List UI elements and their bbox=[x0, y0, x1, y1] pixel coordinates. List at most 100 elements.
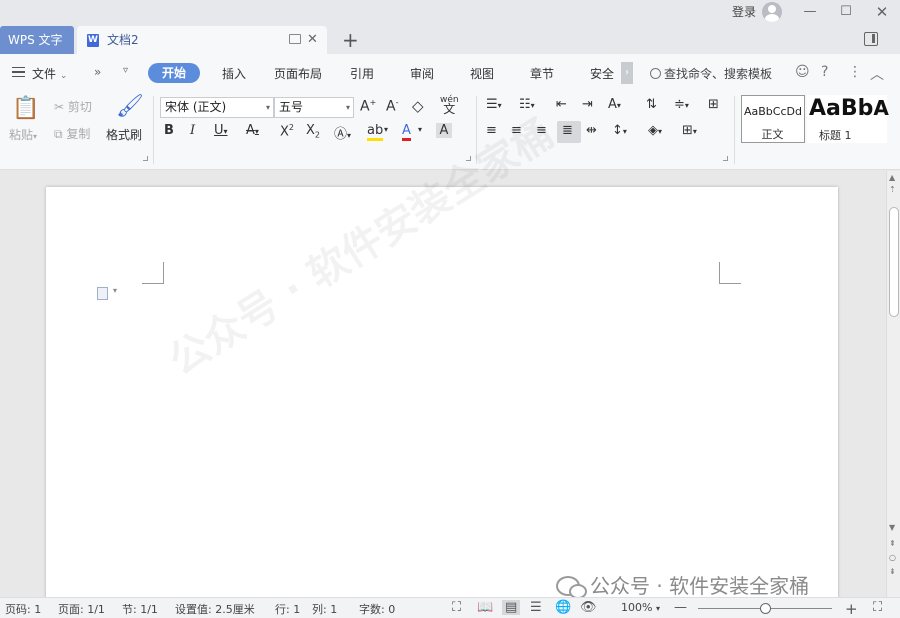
borders-icon[interactable]: ⊞▾ bbox=[682, 123, 697, 138]
chevron-down-icon[interactable]: ▾ bbox=[418, 125, 422, 134]
document-workspace: 公众号 · 软件安装全家桶 bbox=[0, 111, 886, 607]
change-case-icon[interactable]: A▾ bbox=[608, 97, 621, 112]
document-page[interactable]: 公众号 · 软件安装全家桶 bbox=[46, 111, 838, 607]
shading-icon[interactable]: ◈▾ bbox=[648, 123, 662, 138]
tab-view[interactable]: 视图 bbox=[470, 65, 494, 82]
table-grid-icon[interactable]: ⊞ bbox=[708, 97, 719, 112]
strikethrough-icon[interactable]: A▾ bbox=[246, 123, 259, 138]
tab-references[interactable]: 引用 bbox=[350, 65, 374, 82]
bullet-list-icon[interactable]: ☰▾ bbox=[486, 97, 502, 112]
zoom-select[interactable]: 100% ▾ bbox=[621, 601, 660, 614]
page-view-icon[interactable]: ▤ bbox=[502, 600, 521, 615]
shrink-font-icon[interactable]: A- bbox=[386, 98, 398, 115]
maximize-button[interactable]: ☐ bbox=[836, 2, 856, 22]
subscript-icon[interactable]: X2 bbox=[306, 123, 320, 140]
format-painter-button[interactable]: 格式刷 bbox=[106, 126, 142, 143]
scrollbar-thumb[interactable] bbox=[889, 207, 899, 317]
format-painter-icon[interactable]: 🖌 bbox=[116, 94, 144, 119]
fullscreen-icon[interactable]: ⛶ bbox=[452, 600, 461, 615]
phonetic-guide-icon[interactable]: wén 文 bbox=[440, 96, 459, 116]
status-page[interactable]: 页面: 1/1 bbox=[58, 601, 105, 617]
grow-font-icon[interactable]: A+ bbox=[360, 98, 376, 115]
superscript-icon[interactable]: X2 bbox=[280, 123, 294, 139]
next-page-icon[interactable]: ⇟ bbox=[889, 567, 896, 576]
web-view-icon[interactable]: 🌐 bbox=[555, 600, 571, 615]
tab-start[interactable]: 开始 bbox=[148, 63, 200, 83]
login-link[interactable]: 登录 bbox=[732, 3, 756, 20]
zoom-out-icon[interactable]: — bbox=[674, 600, 687, 615]
scroll-down-icon[interactable]: ▼ bbox=[889, 523, 895, 532]
tab-chapter[interactable]: 章节 bbox=[530, 65, 554, 82]
outline-view-icon[interactable]: ☰ bbox=[530, 600, 542, 615]
side-panel-icon[interactable] bbox=[864, 32, 878, 46]
paste-icon[interactable]: 📋 bbox=[12, 96, 39, 121]
status-column[interactable]: 列: 1 bbox=[312, 601, 337, 617]
status-page-number[interactable]: 页码: 1 bbox=[5, 601, 41, 617]
status-row[interactable]: 行: 1 bbox=[275, 601, 300, 617]
sort-icon[interactable]: ⇅ bbox=[646, 97, 657, 112]
paragraph-dialog-launcher[interactable] bbox=[723, 156, 728, 161]
scroll-top-icon[interactable]: ⇡ bbox=[889, 185, 896, 194]
style-normal[interactable]: AaBbCcDd 正文 bbox=[741, 95, 805, 143]
tab-review[interactable]: 审阅 bbox=[410, 65, 434, 82]
underline-icon[interactable]: U▾ bbox=[214, 123, 228, 138]
text-effects-icon[interactable]: Ⓐ▾ bbox=[334, 123, 351, 142]
tab-page-layout[interactable]: 页面布局 bbox=[274, 65, 322, 82]
distributed-align-icon[interactable]: ⇹ bbox=[586, 123, 597, 138]
highlight-icon[interactable]: ab bbox=[367, 123, 384, 141]
minimize-button[interactable]: — bbox=[800, 2, 820, 22]
select-browse-icon[interactable]: ○ bbox=[889, 553, 896, 562]
status-setting[interactable]: 设置值: 2.5厘米 bbox=[175, 601, 255, 617]
clipboard-dialog-launcher[interactable] bbox=[143, 156, 148, 161]
prev-page-icon[interactable]: ⇞ bbox=[889, 539, 896, 548]
zoom-slider-knob[interactable] bbox=[760, 603, 771, 614]
line-spacing-icon[interactable]: ↕▾ bbox=[612, 123, 627, 138]
tab-wps-home[interactable]: WPS 文字 bbox=[0, 26, 74, 54]
distribute-icon[interactable]: ≑▾ bbox=[674, 97, 689, 112]
menu-scroll-right-icon[interactable]: › bbox=[621, 62, 633, 84]
tab-insert[interactable]: 插入 bbox=[222, 65, 246, 82]
paragraph-layout-icon[interactable] bbox=[97, 286, 117, 300]
justify-icon[interactable]: ≣ bbox=[562, 123, 573, 138]
read-mode-icon[interactable]: 📖 bbox=[477, 600, 493, 615]
zoom-in-icon[interactable]: + bbox=[845, 600, 858, 618]
float-window-icon[interactable] bbox=[289, 34, 301, 44]
close-window-button[interactable]: ✕ bbox=[872, 2, 892, 22]
cut-button[interactable]: ✂ 剪切 bbox=[54, 98, 92, 115]
italic-icon[interactable]: I bbox=[190, 123, 195, 138]
font-color-icon[interactable]: A bbox=[402, 123, 411, 141]
more-icon[interactable]: ⋮ bbox=[848, 64, 862, 80]
font-size-select[interactable]: 五号 ▾ bbox=[274, 97, 354, 118]
status-word-count[interactable]: 字数: 0 bbox=[359, 601, 395, 617]
scroll-up-icon[interactable]: ▲ bbox=[889, 173, 895, 182]
avatar-icon[interactable] bbox=[762, 2, 782, 22]
fit-page-icon[interactable]: ⛶ bbox=[873, 600, 882, 615]
status-section[interactable]: 节: 1/1 bbox=[122, 601, 158, 617]
dropdown-icon[interactable]: ▿ bbox=[123, 65, 128, 76]
file-menu[interactable]: 文件 ⌄ bbox=[32, 65, 67, 82]
font-name-select[interactable]: 宋体 (正文) ▾ bbox=[160, 97, 274, 118]
bold-icon[interactable]: B bbox=[164, 123, 174, 138]
char-shading-icon[interactable]: A bbox=[436, 123, 452, 138]
copy-button[interactable]: ⧉ 复制 bbox=[54, 125, 90, 142]
tab-document[interactable]: W 文档2 ✕ bbox=[77, 26, 327, 54]
menu-icon[interactable] bbox=[12, 67, 25, 77]
style-heading-1[interactable]: AaBbA 标题 1 bbox=[807, 95, 889, 143]
tab-close-icon[interactable]: ✕ bbox=[307, 26, 318, 54]
paste-button[interactable]: 粘贴▾ bbox=[9, 126, 37, 143]
new-tab-button[interactable]: + bbox=[342, 26, 359, 54]
tab-security[interactable]: 安全 bbox=[590, 65, 614, 82]
decrease-indent-icon[interactable]: ⇤ bbox=[556, 97, 567, 112]
collapse-ribbon-icon[interactable]: ︿ bbox=[870, 64, 884, 84]
help-icon[interactable]: ? bbox=[821, 64, 828, 80]
vertical-scrollbar[interactable]: ▲ ⇡ ▼ ⇞ ○ ⇟ bbox=[886, 171, 900, 597]
style-normal-label: 正文 bbox=[761, 128, 784, 141]
increase-indent-icon[interactable]: ⇥ bbox=[582, 97, 593, 112]
status-bar: 页码: 1 页面: 1/1 节: 1/1 设置值: 2.5厘米 行: 1 列: … bbox=[0, 597, 900, 618]
chevron-down-icon[interactable]: ▾ bbox=[384, 125, 388, 134]
double-chevron-icon[interactable]: » bbox=[94, 65, 101, 79]
eye-protection-icon[interactable]: 👁 bbox=[580, 600, 597, 615]
feedback-icon[interactable]: ☺ bbox=[795, 64, 810, 80]
clear-format-icon[interactable]: ◇ bbox=[412, 97, 424, 115]
command-search[interactable]: 查找命令、搜索模板 bbox=[650, 65, 772, 82]
